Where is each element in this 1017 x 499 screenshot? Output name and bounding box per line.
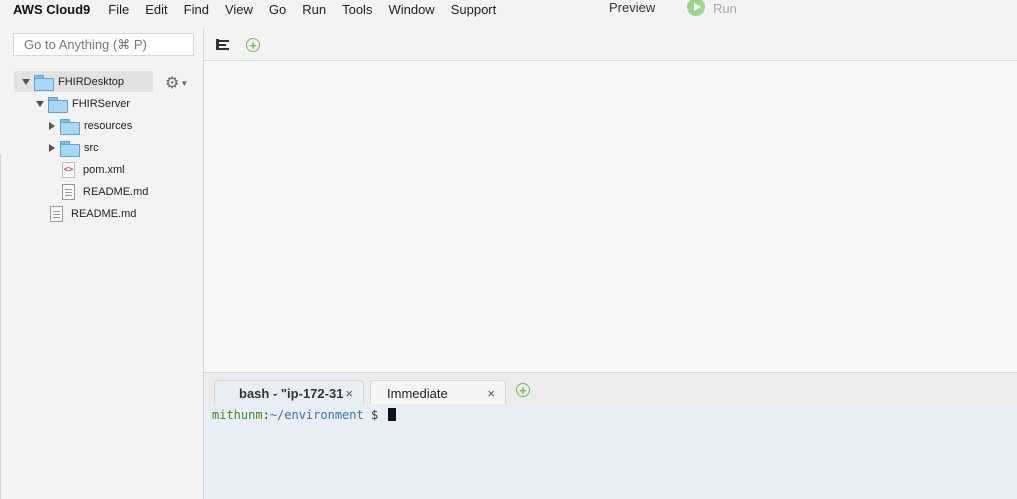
menu-find[interactable]: Find <box>184 2 209 17</box>
menu-tools[interactable]: Tools <box>342 2 372 17</box>
menu-run[interactable]: Run <box>302 2 326 17</box>
chevron-right-icon[interactable] <box>47 143 57 153</box>
sidebar-divider <box>0 154 1 499</box>
tree-item-label: resources <box>84 119 133 132</box>
preview-button[interactable]: Preview <box>609 0 655 15</box>
close-icon[interactable]: × <box>345 386 353 401</box>
go-to-anything-input[interactable] <box>13 33 194 56</box>
menu-bar: AWS Cloud9 File Edit Find View Go Run To… <box>0 0 1017 18</box>
tab-bash[interactable]: bash - "ip-172-31 × <box>214 380 364 405</box>
tree-item-label: pom.xml <box>83 163 125 176</box>
terminal-prompt-line: mithunm:~/environment $ <box>212 408 397 422</box>
folder-icon <box>60 140 80 157</box>
terminal-separator: : <box>262 408 270 422</box>
gear-icon: ⚙ <box>165 75 180 92</box>
tree-item-label: README.md <box>83 185 149 198</box>
menu-file[interactable]: File <box>108 2 129 17</box>
tree-item-fhirdesktop[interactable]: FHIRDesktop <box>14 71 153 92</box>
tree-item-pom-xml[interactable]: <> pom.xml <box>62 159 125 180</box>
new-terminal-plus-icon[interactable]: + <box>516 383 530 397</box>
terminal-path: ~/environment <box>269 408 364 422</box>
terminal-tab-bar: bash - "ip-172-31 × Immediate × + <box>203 372 1017 405</box>
file-icon <box>62 183 75 200</box>
run-button[interactable]: Run <box>687 0 737 16</box>
menu-edit[interactable]: Edit <box>145 2 167 17</box>
tree-item-label: README.md <box>71 207 137 220</box>
tab-list-icon[interactable] <box>216 39 230 50</box>
file-tree-panel: ⚙▼ FHIRDesktop FHIRServer resources src … <box>0 28 203 499</box>
terminal-user: mithunm <box>212 408 263 422</box>
editor-area[interactable] <box>203 61 1017 372</box>
tab-label: bash - "ip-172-31 <box>239 385 344 401</box>
tree-item-src[interactable]: src <box>47 137 99 158</box>
tree-item-label: FHIRServer <box>72 97 131 110</box>
tab-label: Immediate <box>387 385 448 401</box>
terminal-cursor <box>388 408 397 421</box>
chevron-right-icon[interactable] <box>47 121 57 131</box>
tree-item-label: FHIRDesktop <box>58 75 125 88</box>
tree-item-label: src <box>84 141 99 154</box>
menu-view[interactable]: View <box>225 2 253 17</box>
chevron-down-icon[interactable] <box>21 77 31 87</box>
tree-settings-button[interactable]: ⚙ ▼ <box>165 73 188 93</box>
close-icon[interactable]: × <box>487 386 495 401</box>
menu-support[interactable]: Support <box>451 2 497 17</box>
app-brand[interactable]: AWS Cloud9 <box>13 2 90 17</box>
tree-item-readme-server[interactable]: README.md <box>62 181 148 202</box>
terminal-area[interactable]: mithunm:~/environment $ <box>203 404 1017 499</box>
tree-item-resources[interactable]: resources <box>47 115 132 136</box>
folder-icon <box>34 74 54 91</box>
new-tab-plus-icon[interactable]: + <box>246 38 260 52</box>
caret-down-icon: ▼ <box>180 78 189 88</box>
tree-item-fhirserver[interactable]: FHIRServer <box>35 93 130 114</box>
editor-tab-bar: + <box>203 28 1017 61</box>
folder-icon <box>48 96 68 113</box>
tree-item-readme-root[interactable]: README.md <box>50 203 136 224</box>
xml-file-icon: <> <box>62 161 75 178</box>
run-label: Run <box>713 0 737 16</box>
chevron-down-icon[interactable] <box>35 99 45 109</box>
folder-icon <box>60 118 80 135</box>
file-icon <box>50 205 63 222</box>
menu-window[interactable]: Window <box>388 2 434 17</box>
tab-immediate[interactable]: Immediate × <box>370 380 506 405</box>
play-icon <box>687 0 705 16</box>
terminal-prompt: $ <box>363 408 386 422</box>
menu-go[interactable]: Go <box>269 2 286 17</box>
